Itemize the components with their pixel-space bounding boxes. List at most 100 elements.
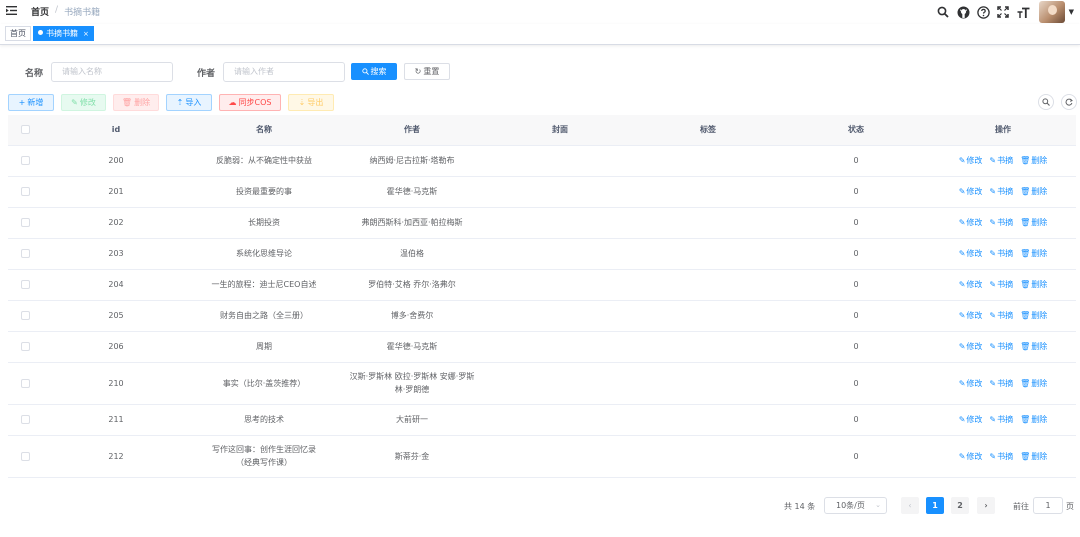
- row-delete-button[interactable]: 🗑删除: [1020, 309, 1047, 322]
- row-excerpt-button[interactable]: ✎书摘: [989, 413, 1013, 426]
- close-icon[interactable]: ×: [83, 30, 89, 38]
- row-excerpt-button[interactable]: ✎书摘: [989, 377, 1013, 390]
- row-delete-button[interactable]: 🗑删除: [1020, 247, 1047, 260]
- row-delete-button[interactable]: 🗑删除: [1020, 340, 1047, 353]
- row-delete-button[interactable]: 🗑删除: [1020, 377, 1047, 390]
- import-button[interactable]: ⇡ 导入: [166, 94, 212, 111]
- row-checkbox[interactable]: [20, 311, 30, 320]
- page-1-button[interactable]: 1: [926, 497, 944, 514]
- row-edit-button[interactable]: ✎修改: [959, 247, 983, 260]
- author-input[interactable]: 请输入作者: [223, 62, 345, 82]
- add-button[interactable]: + 新增: [8, 94, 54, 111]
- delete-button[interactable]: 🗑 删除: [113, 94, 159, 111]
- search-button[interactable]: 搜索: [351, 63, 397, 80]
- row-delete-button[interactable]: 🗑删除: [1020, 450, 1047, 463]
- avatar[interactable]: [1038, 1, 1065, 23]
- row-select-cell[interactable]: [8, 435, 42, 478]
- row-excerpt-button[interactable]: ✎书摘: [989, 450, 1013, 463]
- breadcrumb-home[interactable]: 首页: [31, 5, 49, 18]
- row-select-cell[interactable]: [8, 238, 42, 270]
- row-select-cell[interactable]: [8, 207, 42, 239]
- row-checkbox[interactable]: [20, 415, 30, 424]
- row-edit-label: 修改: [966, 249, 983, 258]
- row-delete-button[interactable]: 🗑删除: [1020, 216, 1047, 229]
- table-row[interactable]: 203 系统化思维导论 温伯格 0 ✎修改 ✎书摘 🗑删除: [8, 238, 1076, 270]
- name-input[interactable]: 请输入名称: [51, 62, 173, 82]
- row-delete-button[interactable]: 🗑删除: [1020, 185, 1047, 198]
- row-excerpt-button[interactable]: ✎书摘: [989, 185, 1013, 198]
- row-delete-button[interactable]: 🗑删除: [1020, 278, 1047, 291]
- header-select-all[interactable]: [8, 115, 42, 146]
- row-edit-button[interactable]: ✎修改: [959, 450, 983, 463]
- row-select-cell[interactable]: [8, 145, 42, 177]
- row-checkbox[interactable]: [20, 156, 30, 165]
- row-select-cell[interactable]: [8, 404, 42, 436]
- right-menu: ▼: [937, 0, 1080, 24]
- cell-status: 0: [782, 404, 930, 436]
- select-all-checkbox[interactable]: [20, 125, 30, 135]
- row-edit-button[interactable]: ✎修改: [959, 278, 983, 291]
- row-edit-button[interactable]: ✎修改: [959, 216, 983, 229]
- row-select-cell[interactable]: [8, 269, 42, 301]
- row-excerpt-button[interactable]: ✎书摘: [989, 216, 1013, 229]
- hamburger-icon[interactable]: [6, 5, 17, 16]
- tab-book-excerpts[interactable]: 书摘书籍 ×: [33, 26, 94, 41]
- table-row[interactable]: 211 思考的技术 大前研一 0 ✎修改 ✎书摘 🗑删除: [8, 404, 1076, 436]
- row-select-cell[interactable]: [8, 176, 42, 208]
- table-row[interactable]: 204 一生的旅程：迪士尼CEO自述 罗伯特·艾格 乔尔·洛弗尔 0 ✎修改 ✎书摘 🗑删除: [8, 269, 1076, 301]
- cell-status: 0: [782, 331, 930, 363]
- question-icon[interactable]: [976, 5, 990, 19]
- row-delete-button[interactable]: 🗑删除: [1020, 413, 1047, 426]
- row-edit-button[interactable]: ✎修改: [959, 377, 983, 390]
- next-page-button[interactable]: ›: [977, 497, 995, 514]
- row-checkbox[interactable]: [20, 249, 30, 258]
- cell-status: 0: [782, 435, 930, 478]
- row-edit-button[interactable]: ✎修改: [959, 340, 983, 353]
- table-row[interactable]: 201 投资最重要的事 霍华德·马克斯 0 ✎修改 ✎书摘 🗑删除: [8, 176, 1076, 208]
- page-2-button[interactable]: 2: [951, 497, 969, 514]
- table-row[interactable]: 210 事实（比尔·盖茨推荐） 汉斯·罗斯林 欧拉·罗斯林 安娜·罗斯林·罗朗德 0 ✎…: [8, 362, 1076, 405]
- tab-home[interactable]: 首页: [5, 26, 31, 41]
- page-size-select[interactable]: 10条/页 ⌄: [824, 497, 887, 514]
- row-excerpt-button[interactable]: ✎书摘: [989, 247, 1013, 260]
- toggle-search-button[interactable]: [1038, 94, 1054, 110]
- row-delete-button[interactable]: 🗑删除: [1020, 154, 1047, 167]
- row-edit-button[interactable]: ✎修改: [959, 154, 983, 167]
- table-row[interactable]: 200 反脆弱：从不确定性中获益 纳西姆·尼古拉斯·塔勒布 0 ✎修改 ✎书摘 🗑删除: [8, 145, 1076, 177]
- table-row[interactable]: 206 周期 霍华德·马克斯 0 ✎修改 ✎书摘 🗑删除: [8, 331, 1076, 363]
- row-excerpt-label: 书摘: [997, 311, 1014, 320]
- row-checkbox[interactable]: [20, 378, 30, 388]
- row-edit-button[interactable]: ✎修改: [959, 185, 983, 198]
- table-row[interactable]: 205 财务自由之路（全三册） 博多·舍费尔 0 ✎修改 ✎书摘 🗑删除: [8, 300, 1076, 332]
- goto-page-input[interactable]: 1: [1033, 497, 1063, 514]
- refresh-button[interactable]: [1061, 94, 1077, 110]
- row-checkbox[interactable]: [20, 187, 30, 196]
- row-select-cell[interactable]: [8, 362, 42, 405]
- table-row[interactable]: 212 写作这回事：创作生涯回忆录（经典写作课） 斯蒂芬·金 0 ✎修改 ✎书摘 🗑删除: [8, 435, 1076, 478]
- row-edit-button[interactable]: ✎修改: [959, 309, 983, 322]
- edit-button[interactable]: ✎ 修改: [61, 94, 106, 111]
- row-select-cell[interactable]: [8, 300, 42, 332]
- export-button[interactable]: ⇣ 导出: [288, 94, 334, 111]
- row-excerpt-button[interactable]: ✎书摘: [989, 154, 1013, 167]
- fullscreen-icon[interactable]: [997, 6, 1010, 19]
- caret-down-icon[interactable]: ▼: [1069, 8, 1074, 16]
- row-edit-button[interactable]: ✎修改: [959, 413, 983, 426]
- row-edit-label: 修改: [966, 415, 983, 424]
- cell-tags: [634, 238, 782, 270]
- row-checkbox[interactable]: [20, 280, 30, 289]
- row-excerpt-button[interactable]: ✎书摘: [989, 340, 1013, 353]
- row-checkbox[interactable]: [20, 451, 30, 461]
- row-excerpt-button[interactable]: ✎书摘: [989, 278, 1013, 291]
- row-checkbox[interactable]: [20, 218, 30, 227]
- search-icon[interactable]: [937, 6, 950, 19]
- sync-cos-button[interactable]: ☁ 同步COS: [219, 94, 281, 111]
- row-checkbox[interactable]: [20, 342, 30, 351]
- prev-page-button[interactable]: ‹: [901, 497, 919, 514]
- reset-button[interactable]: ↻ 重置: [404, 63, 450, 80]
- row-select-cell[interactable]: [8, 331, 42, 363]
- font-size-icon[interactable]: [1017, 6, 1030, 19]
- row-excerpt-button[interactable]: ✎书摘: [989, 309, 1013, 322]
- table-row[interactable]: 202 长期投资 弗朗西斯科·加西亚·帕拉梅斯 0 ✎修改 ✎书摘 🗑删除: [8, 207, 1076, 239]
- github-icon[interactable]: [957, 6, 970, 19]
